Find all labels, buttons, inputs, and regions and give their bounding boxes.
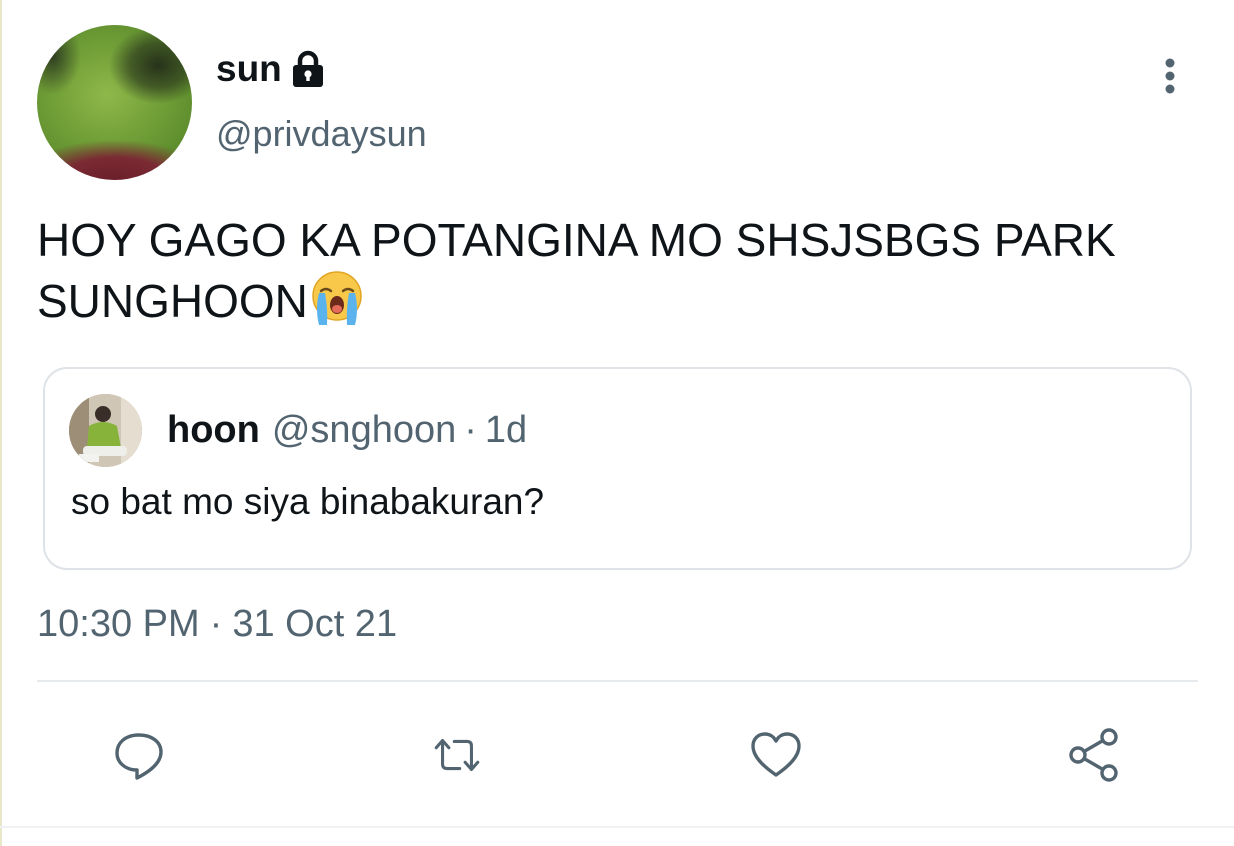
tweet-time: 10:30 PM (37, 603, 200, 645)
author-display-name[interactable]: sun (216, 48, 282, 90)
tweet-timestamp: 10:30 PM · 31 Oct 21 (37, 603, 397, 646)
author-name-row[interactable]: sun (216, 48, 326, 90)
share-button[interactable] (1066, 727, 1122, 783)
reply-icon (115, 733, 163, 780)
author-handle[interactable]: @privdaysun (216, 113, 427, 155)
quoted-author-name[interactable]: hoon (167, 409, 260, 452)
divider (37, 680, 1198, 682)
quoted-tweet-card[interactable]: hoon @snghoon · 1d so bat mo siya binaba… (43, 367, 1192, 570)
quoted-author-avatar[interactable] (69, 394, 142, 467)
reply-button[interactable] (111, 727, 167, 783)
lock-icon (292, 50, 323, 87)
quoted-author-handle[interactable]: @snghoon (272, 409, 456, 452)
quoted-tweet-header: hoon @snghoon · 1d (167, 409, 527, 452)
quoted-avatar-image (69, 394, 142, 467)
quoted-separator: · (464, 409, 477, 451)
left-edge (0, 0, 2, 846)
tweet-text-content: HOY GAGO KA POTANGINA MO SHSJSBGS PARK S… (37, 214, 1116, 327)
quoted-tweet-age: 1d (484, 409, 528, 451)
more-options-icon[interactable] (1156, 55, 1184, 97)
share-icon (1069, 728, 1118, 782)
bottom-divider (0, 826, 1234, 828)
author-avatar[interactable] (37, 25, 192, 180)
heart-icon (751, 732, 801, 777)
retweet-icon (434, 739, 480, 771)
tweet-text: HOY GAGO KA POTANGINA MO SHSJSBGS PARK S… (37, 212, 1187, 330)
tweet-detail-page: sun @privdaysun HOY GAGO KA POTANGINA MO… (0, 0, 1234, 846)
retweet-button[interactable] (429, 727, 485, 783)
like-button[interactable] (748, 727, 804, 783)
quoted-tweet-text: so bat mo siya binabakuran? (71, 481, 545, 522)
loudly-crying-face-emoji-icon (312, 271, 362, 325)
tweet-date: 31 Oct 21 (232, 603, 398, 645)
timestamp-separator: · (209, 603, 223, 645)
